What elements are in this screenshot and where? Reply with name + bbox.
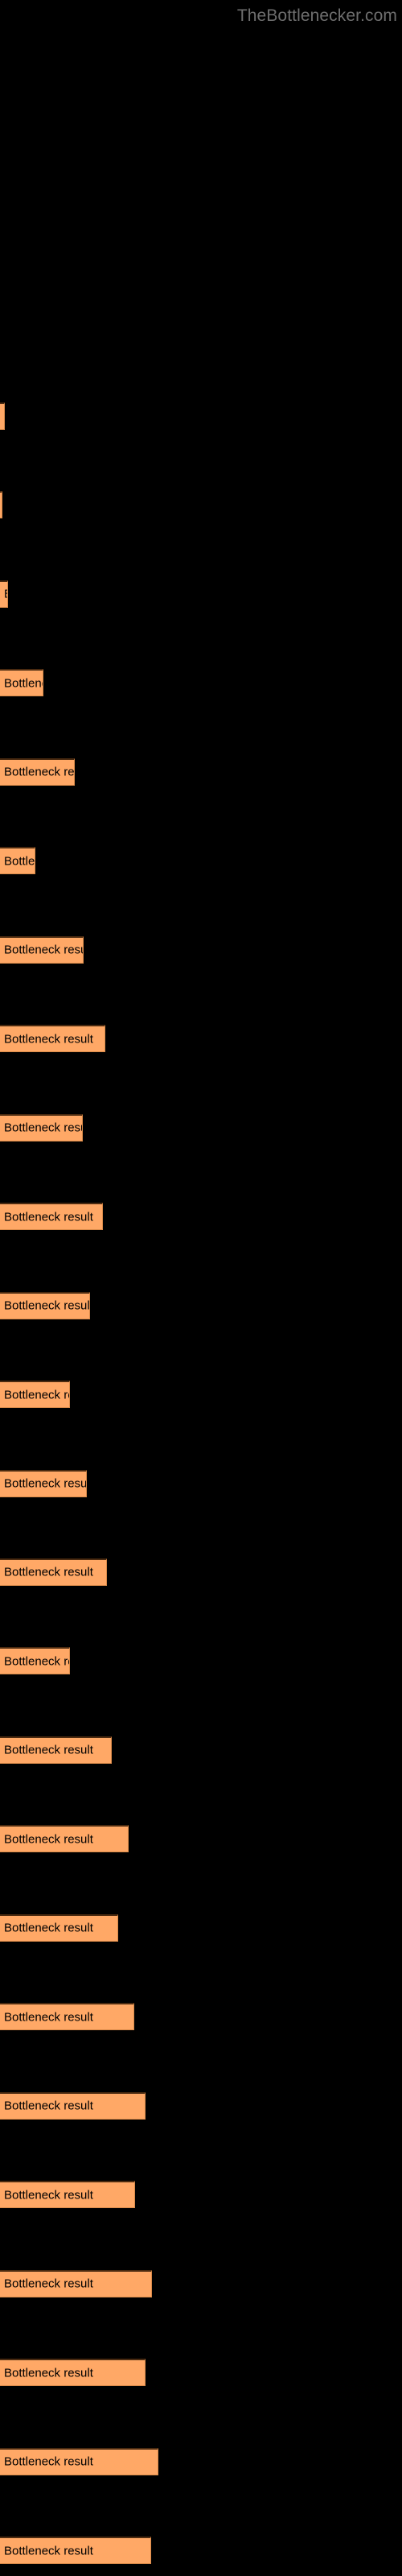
bar[interactable]: Bottleneck result bbox=[0, 491, 2, 519]
bar-row: Bottleneck result bbox=[0, 2447, 402, 2475]
bar-row: Bottleneck result bbox=[0, 1381, 402, 1409]
bar-label: Bottleneck result bbox=[4, 411, 5, 423]
bar-row: Bottleneck result bbox=[0, 1291, 402, 1319]
bar-label: Bottleneck result bbox=[4, 854, 35, 869]
bar-row: Bottleneck result bbox=[0, 1825, 402, 1853]
bar-label: Bottleneck result bbox=[4, 2544, 93, 2557]
bar-row: Bottleneck result bbox=[0, 669, 402, 697]
bar[interactable]: Bottleneck result bbox=[0, 758, 75, 786]
bar[interactable]: Bottleneck result bbox=[0, 1913, 118, 1942]
bar-label: Bottleneck result bbox=[4, 2099, 93, 2113]
bar-row: Bottleneck result bbox=[0, 2537, 402, 2564]
bar-label: Bottleneck result bbox=[4, 2454, 93, 2469]
bar-chart: Bottleneck result Bottleneck result Bottle… bbox=[0, 0, 402, 2576]
bar[interactable]: Bottleneck result bbox=[0, 1381, 70, 1409]
bar-row: Bottleneck result bbox=[0, 1913, 402, 1942]
bar-label: Bottleneck result bbox=[4, 1743, 93, 1757]
bar-row: Bottleneck result bbox=[0, 2091, 402, 2120]
bar[interactable]: Bottleneck result bbox=[0, 1025, 105, 1053]
bar[interactable]: Bottleneck result bbox=[0, 2181, 135, 2209]
bar[interactable]: Bottleneck result bbox=[0, 2003, 134, 2031]
bar-label: Bottleneck result bbox=[4, 1476, 87, 1491]
bar-row: Bottleneck result bbox=[0, 2269, 402, 2297]
bar-label: Bottleneck result bbox=[4, 765, 75, 779]
bar-label: Bottleneck result bbox=[4, 943, 83, 957]
bar[interactable]: Bottleneck result bbox=[0, 2359, 146, 2387]
bar-row: Bottleneck result bbox=[0, 402, 402, 430]
bar-row: Bottleneck result bbox=[0, 1647, 402, 1675]
bar[interactable]: Bottleneck result bbox=[0, 1291, 90, 1319]
bar-label: Bottleneck result bbox=[4, 1565, 93, 1579]
bar-row: Bottleneck result bbox=[0, 1736, 402, 1764]
bar-row: Bottleneck result bbox=[0, 1025, 402, 1053]
bar[interactable]: Bottleneck result bbox=[0, 1647, 70, 1675]
bar[interactable]: Bottleneck result bbox=[0, 669, 43, 697]
bar-label: Bottleneck result bbox=[4, 1298, 90, 1313]
bar[interactable]: Bottleneck result bbox=[0, 1736, 112, 1764]
bar[interactable]: Bottleneck result bbox=[0, 580, 8, 608]
bar-row: Bottleneck result bbox=[0, 1469, 402, 1497]
bar-label: Bottleneck result bbox=[4, 1388, 69, 1402]
bar[interactable]: Bottleneck result bbox=[0, 1825, 129, 1853]
bar-label: Bottleneck result bbox=[4, 2010, 93, 2025]
bar[interactable]: Bottleneck result bbox=[0, 2447, 158, 2475]
bar-label: Bottleneck result bbox=[4, 1654, 69, 1669]
bar-row: Bottleneck result bbox=[0, 491, 402, 519]
bar-row: Bottleneck result bbox=[0, 758, 402, 786]
bar-row: Bottleneck result bbox=[0, 1203, 402, 1231]
bar[interactable]: Bottleneck result bbox=[0, 2269, 152, 2297]
bar-row: Bottleneck result bbox=[0, 1558, 402, 1586]
bar[interactable]: Bottleneck result bbox=[0, 2091, 146, 2120]
bar-label: Bottleneck result bbox=[4, 588, 7, 601]
bar[interactable]: Bottleneck result bbox=[0, 2537, 151, 2564]
bar[interactable]: Bottleneck result bbox=[0, 1469, 87, 1497]
bar-label: Bottleneck result bbox=[4, 1210, 93, 1224]
bar-label: Bottleneck result bbox=[4, 1121, 82, 1135]
bar-label: Bottleneck result bbox=[4, 1032, 93, 1046]
bar-row: Bottleneck result bbox=[0, 580, 402, 608]
bar-label: Bottleneck result bbox=[4, 2277, 93, 2291]
bar[interactable]: Bottleneck result bbox=[0, 847, 35, 875]
bar-label: Bottleneck result bbox=[4, 2188, 93, 2202]
bar-label: Bottleneck result bbox=[4, 676, 43, 691]
bar[interactable]: Bottleneck result bbox=[0, 1203, 103, 1231]
bar-row: Bottleneck result bbox=[0, 847, 402, 875]
bar-row: Bottleneck result bbox=[0, 935, 402, 964]
bar-label: Bottleneck result bbox=[4, 2366, 93, 2380]
bar[interactable]: Bottleneck result bbox=[0, 1558, 107, 1586]
bar-row: Bottleneck result bbox=[0, 2359, 402, 2387]
bar-row: Bottleneck result bbox=[0, 2181, 402, 2209]
bar[interactable]: Bottleneck result bbox=[0, 935, 84, 964]
bar-row: Bottleneck result bbox=[0, 2003, 402, 2031]
bar-label: Bottleneck result bbox=[4, 1921, 93, 1935]
bar[interactable]: Bottleneck result bbox=[0, 402, 5, 430]
bar-row: Bottleneck result bbox=[0, 1113, 402, 1141]
bar-label: Bottleneck result bbox=[4, 1832, 93, 1847]
bar[interactable]: Bottleneck result bbox=[0, 1113, 83, 1141]
